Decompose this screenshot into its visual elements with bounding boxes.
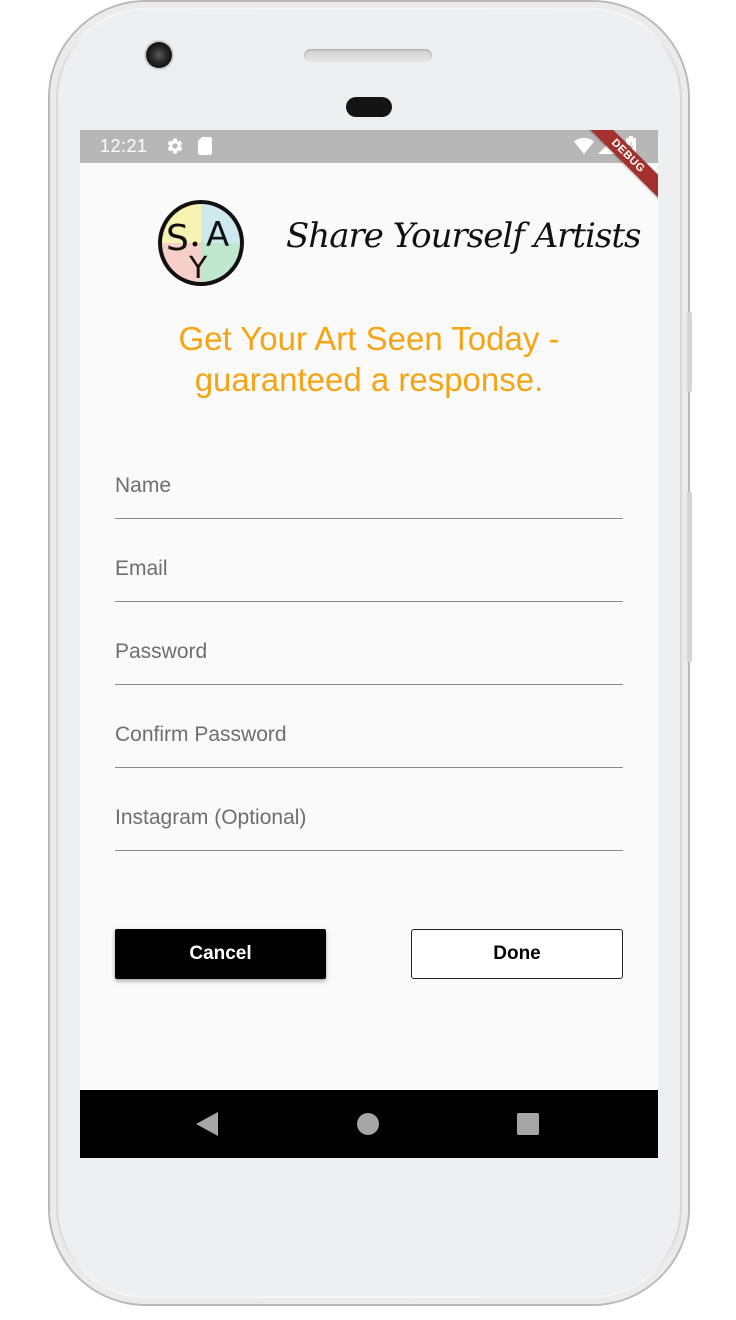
password-field[interactable] — [115, 616, 623, 685]
signup-form — [115, 450, 623, 865]
sd-card-icon — [198, 137, 212, 155]
recent-apps-icon[interactable] — [517, 1113, 539, 1135]
front-camera — [146, 42, 172, 68]
confirm-password-field[interactable] — [115, 699, 623, 768]
tagline: Get Your Art Seen Today - guaranteed a r… — [100, 318, 638, 400]
cancel-button[interactable]: Cancel — [115, 929, 326, 979]
brand-name: Share Yourself Artists — [286, 216, 641, 256]
password-field-container — [115, 616, 623, 699]
gear-icon — [167, 138, 183, 154]
status-bar: 12:21 DEBUG — [80, 130, 658, 205]
app-screen: 12:21 DEBUG S A Y Share Yourself Artists… — [80, 130, 658, 1158]
done-button[interactable]: Done — [411, 929, 623, 979]
form-actions: Cancel Done — [115, 929, 623, 981]
email-field-container — [115, 533, 623, 616]
svg-text:Y: Y — [188, 251, 208, 286]
tagline-line-1: Get Your Art Seen Today - — [178, 320, 560, 357]
instagram-field-container — [115, 782, 623, 865]
volume-button — [687, 492, 692, 662]
app-header: S A Y Share Yourself Artists — [80, 194, 658, 294]
power-button — [687, 312, 692, 392]
name-field-container — [115, 450, 623, 533]
tagline-line-2: guaranteed a response. — [194, 361, 544, 398]
wifi-icon — [574, 138, 594, 154]
svg-text:A: A — [206, 215, 229, 255]
svg-text:S: S — [166, 218, 189, 259]
name-field[interactable] — [115, 450, 623, 519]
instagram-field[interactable] — [115, 782, 623, 851]
email-field[interactable] — [115, 533, 623, 602]
proximity-sensor — [346, 97, 392, 117]
earpiece-speaker — [304, 49, 432, 62]
status-time: 12:21 — [100, 136, 148, 156]
confirm-password-field-container — [115, 699, 623, 782]
home-icon[interactable] — [357, 1113, 379, 1135]
sya-logo: S A Y — [158, 200, 244, 286]
navigation-bar — [80, 1090, 658, 1158]
back-icon[interactable] — [196, 1112, 218, 1136]
